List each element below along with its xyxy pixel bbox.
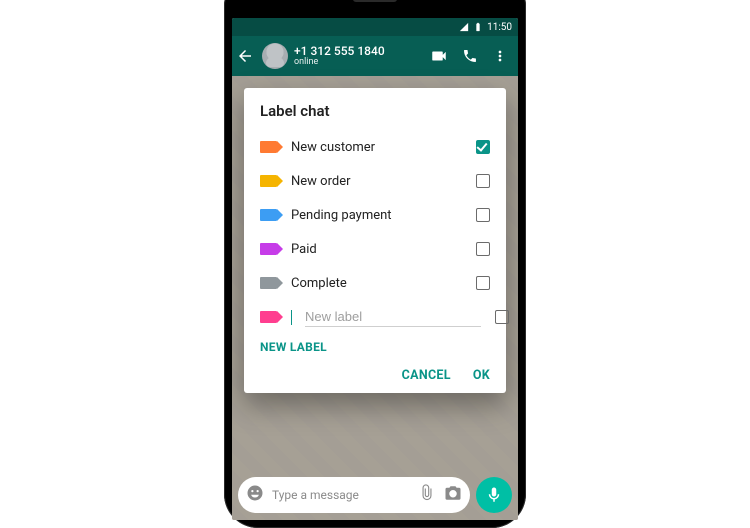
video-call-icon[interactable] (430, 47, 448, 65)
camera-icon[interactable] (444, 484, 462, 506)
chat-header: +1 312 555 1840 online (232, 36, 518, 76)
label-checkbox[interactable] (476, 140, 490, 154)
new-label-row (260, 300, 490, 334)
label-name: Pending payment (291, 208, 462, 223)
label-row[interactable]: New customer (260, 130, 490, 164)
label-row[interactable]: Paid (260, 232, 490, 266)
back-icon[interactable] (236, 47, 256, 65)
chat-phone-number: +1 312 555 1840 (294, 45, 424, 58)
screen: 11:50 +1 312 555 1840 online (232, 18, 518, 520)
label-row[interactable]: Complete (260, 266, 490, 300)
new-label-button[interactable]: NEW LABEL (260, 340, 490, 354)
tag-icon (260, 277, 277, 289)
tag-icon (260, 311, 277, 323)
statusbar-time: 11:50 (487, 22, 512, 33)
ok-button[interactable]: OK (473, 368, 490, 383)
label-name: Complete (291, 276, 462, 291)
label-row[interactable]: Pending payment (260, 198, 490, 232)
tag-icon (260, 209, 277, 221)
voice-call-icon[interactable] (462, 48, 478, 64)
label-checkbox[interactable] (476, 208, 490, 222)
compose-box[interactable]: Type a message (238, 477, 470, 513)
label-name: New customer (291, 140, 462, 155)
text-cursor (291, 310, 292, 325)
android-statusbar: 11:50 (232, 18, 518, 36)
more-icon[interactable] (492, 48, 508, 64)
new-label-input[interactable] (305, 307, 481, 327)
emoji-icon[interactable] (246, 484, 264, 506)
chat-title-block[interactable]: +1 312 555 1840 online (294, 45, 424, 67)
phone-frame: 11:50 +1 312 555 1840 online (224, 0, 526, 528)
cancel-button[interactable]: CANCEL (402, 368, 451, 383)
label-checkbox[interactable] (476, 174, 490, 188)
phone-bezel (232, 0, 518, 18)
label-name: Paid (291, 242, 462, 257)
phone-speaker (353, 0, 397, 2)
attach-icon[interactable] (418, 484, 436, 506)
tag-icon (260, 141, 277, 153)
chat-presence: online (294, 58, 424, 67)
label-checkbox[interactable] (476, 276, 490, 290)
label-row[interactable]: New order (260, 164, 490, 198)
battery-icon (473, 22, 483, 32)
label-chat-dialog: Label chat New customer New order Pendin… (244, 88, 506, 393)
label-checkbox[interactable] (495, 310, 509, 324)
dialog-title: Label chat (260, 102, 490, 120)
avatar[interactable] (262, 43, 288, 69)
label-checkbox[interactable] (476, 242, 490, 256)
tag-icon (260, 175, 277, 187)
label-name: New order (291, 174, 462, 189)
tag-icon (260, 243, 277, 255)
signal-icon (459, 22, 469, 32)
mic-button[interactable] (476, 477, 512, 513)
composer: Type a message (238, 476, 512, 514)
